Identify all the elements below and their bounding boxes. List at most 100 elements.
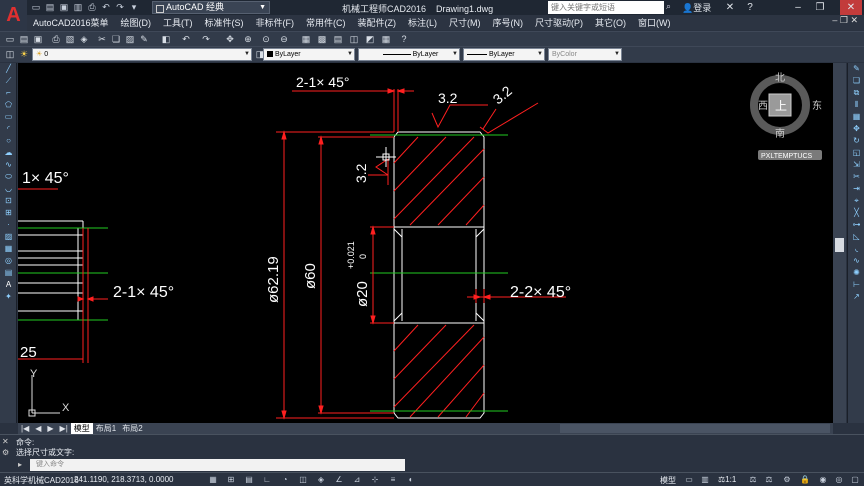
restore-button[interactable]: ❐ <box>812 0 828 15</box>
menu-autocad[interactable]: AutoCAD2016菜单 <box>27 16 115 29</box>
tab-nav-first[interactable]: |◀ <box>18 423 32 434</box>
break-point-icon[interactable]: ⌖ <box>848 195 864 207</box>
open-icon[interactable]: ▤ <box>44 1 56 13</box>
save-file-icon[interactable]: ▣ <box>32 33 44 45</box>
copy-icon[interactable]: ❏ <box>110 33 122 45</box>
move-icon[interactable]: ✥ <box>848 123 864 135</box>
break-icon[interactable]: ╳ <box>848 207 864 219</box>
mirror-icon[interactable]: ⧉ <box>848 87 864 99</box>
viewcube-east-label[interactable]: 东 <box>812 99 822 112</box>
help-icon[interactable]: ? <box>398 33 410 45</box>
saveas-icon[interactable]: ▥ <box>72 1 84 13</box>
menu-dimension[interactable]: 尺寸(M) <box>443 16 487 29</box>
ellipse-arc-icon[interactable]: ◡ <box>0 183 17 195</box>
scale-icon[interactable]: ◱ <box>848 147 864 159</box>
scroll-thumb[interactable] <box>835 238 844 252</box>
point-icon[interactable]: · <box>0 219 17 231</box>
zoom-previous-icon[interactable]: ⊖ <box>278 33 290 45</box>
construction-line-icon[interactable]: ⟋ <box>0 75 17 87</box>
stretch-icon[interactable]: ⇲ <box>848 159 864 171</box>
linetype-dropdown[interactable]: ByLayer ▼ <box>358 48 460 61</box>
new-file-icon[interactable]: ▭ <box>4 33 16 45</box>
layer-on-icon[interactable]: ☀ <box>18 48 30 60</box>
plotstyle-dropdown[interactable]: ByColor ▼ <box>548 48 622 61</box>
undo-icon[interactable]: ↶ <box>100 1 112 13</box>
otrack-icon[interactable]: ∠ <box>334 475 344 485</box>
exchange-icon[interactable]: ✕ <box>722 0 738 15</box>
fillet-icon[interactable]: ◟ <box>848 243 864 255</box>
tab-nav-next[interactable]: ▶ <box>44 423 56 434</box>
menu-annotate[interactable]: 标注(L) <box>402 16 443 29</box>
tool-palettes-icon[interactable]: ▤ <box>332 33 344 45</box>
grid-icon[interactable]: ▤ <box>244 475 254 485</box>
gradient-icon[interactable]: ▦ <box>0 243 17 255</box>
viewcube-north-label[interactable]: 北 <box>775 72 785 84</box>
infer-constraints-icon[interactable]: ▦ <box>208 475 218 485</box>
extend-icon[interactable]: ⇥ <box>848 183 864 195</box>
add-selected-icon[interactable]: ✦ <box>0 291 17 303</box>
dimension-icon[interactable]: ⊢ <box>848 279 864 291</box>
viewcube[interactable]: 上 北 南 东 西 PXLTEMPTUCS <box>750 72 822 160</box>
tab-model[interactable]: 模型 <box>70 423 93 434</box>
explode-icon[interactable]: ✺ <box>848 267 864 279</box>
auto-scale-icon[interactable]: ⚖ <box>764 475 774 485</box>
print-icon[interactable]: ⎙ <box>50 33 62 45</box>
lineweight-icon[interactable]: ≡ <box>388 475 398 485</box>
drawing-canvas[interactable]: 2-1× 45° 1× 45° 2-1× 45° 2-2× 45° 3.2 3.… <box>18 63 833 423</box>
join-icon[interactable]: ⊶ <box>848 219 864 231</box>
hardware-accel-icon[interactable]: ◉ <box>818 475 828 485</box>
workspace-selector[interactable]: AutoCAD 经典 ▼ <box>152 1 270 14</box>
transparency-icon[interactable]: ◐ <box>406 475 416 485</box>
zoom-realtime-icon[interactable]: ⊕ <box>242 33 254 45</box>
viewcube-top-label[interactable]: 上 <box>775 99 787 113</box>
undo-icon[interactable]: ↶ <box>180 33 192 45</box>
menu-window-controls[interactable]: – ❐ ✕ <box>832 15 858 26</box>
block-icon[interactable]: ◧ <box>160 33 172 45</box>
menu-assembly[interactable]: 装配件(Z) <box>352 16 403 29</box>
polygon-icon[interactable]: ⬠ <box>0 99 17 111</box>
circle-icon[interactable]: ○ <box>0 135 17 147</box>
line-icon[interactable]: ╱ <box>0 63 17 75</box>
open-file-icon[interactable]: ▤ <box>18 33 30 45</box>
save-icon[interactable]: ▣ <box>58 1 70 13</box>
markup-icon[interactable]: ◩ <box>364 33 376 45</box>
rectangle-icon[interactable]: ▭ <box>0 111 17 123</box>
sheet-set-icon[interactable]: ◫ <box>348 33 360 45</box>
polyline-icon[interactable]: ⌐ <box>0 87 17 99</box>
vertical-scrollbar[interactable] <box>833 63 846 423</box>
match-properties-icon[interactable]: ✎ <box>138 33 150 45</box>
quick-view-drawings-icon[interactable]: ▥ <box>700 475 710 485</box>
cut-icon[interactable]: ✂ <box>96 33 108 45</box>
arc-icon[interactable]: ◜ <box>0 123 17 135</box>
menu-common-parts[interactable]: 常用件(C) <box>300 16 352 29</box>
ucs-menu-label[interactable]: PXLTEMPTUCS <box>761 153 813 160</box>
clean-screen-icon[interactable]: ▢ <box>850 475 860 485</box>
revcloud-icon[interactable]: ☁ <box>0 147 17 159</box>
preview-icon[interactable]: ▧ <box>64 33 76 45</box>
menu-nonstandard-parts[interactable]: 非标件(F) <box>250 16 301 29</box>
menu-other[interactable]: 其它(O) <box>589 16 632 29</box>
3dosnap-icon[interactable]: ◈ <box>316 475 326 485</box>
offset-icon[interactable]: ⫴ <box>848 99 864 111</box>
print-icon[interactable]: ⎙ <box>86 1 98 13</box>
isolate-icon[interactable]: ◎ <box>834 475 844 485</box>
lock-icon[interactable]: 🔒 <box>800 475 810 485</box>
design-center-icon[interactable]: ▩ <box>316 33 328 45</box>
login-button[interactable]: 👤登录 <box>682 1 711 14</box>
rotate-icon[interactable]: ↻ <box>848 135 864 147</box>
model-space-button[interactable]: 模型 <box>660 475 676 486</box>
menu-balloon[interactable]: 序号(N) <box>487 16 530 29</box>
osnap-icon[interactable]: ◫ <box>298 475 308 485</box>
menu-dim-drive[interactable]: 尺寸驱动(P) <box>529 16 589 29</box>
help-icon[interactable]: ? <box>742 0 758 15</box>
horizontal-scrollbar[interactable] <box>560 424 830 433</box>
app-logo-button[interactable]: A <box>0 0 27 31</box>
menu-window[interactable]: 窗口(W) <box>632 16 677 29</box>
trim-icon[interactable]: ✂ <box>848 171 864 183</box>
command-input[interactable]: 键入命令 <box>30 459 405 471</box>
multiline-text-icon[interactable]: A <box>0 279 17 291</box>
close-button[interactable]: ✕ <box>840 0 862 15</box>
tab-nav-prev[interactable]: ◀ <box>32 423 44 434</box>
leader-icon[interactable]: ↗ <box>848 291 864 303</box>
array-icon[interactable]: ▦ <box>848 111 864 123</box>
